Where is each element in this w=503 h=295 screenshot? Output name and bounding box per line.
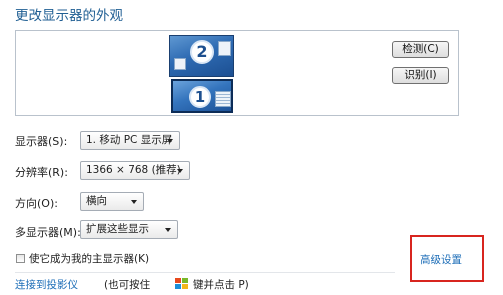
connect-projector-link[interactable]: 连接到投影仪 xyxy=(15,277,78,292)
chevron-down-icon xyxy=(131,200,137,204)
multiple-displays-select[interactable]: 扩展这些显示 xyxy=(80,220,178,239)
multiple-displays-label: 多显示器(M): xyxy=(15,226,81,239)
resolution-select[interactable]: 1366 × 768 (推荐) xyxy=(80,161,190,180)
monitor-1-thumbnail[interactable]: 1 xyxy=(171,79,233,113)
monitor-2-thumbnail[interactable]: 2 xyxy=(169,35,234,77)
projector-hint-suffix: 键并点击 P) xyxy=(193,279,249,291)
chevron-down-icon xyxy=(165,228,171,232)
window-icon xyxy=(215,91,231,107)
display-select[interactable]: 1. 移动 PC 显示屏 xyxy=(80,131,180,150)
display-label: 显示器(S): xyxy=(15,135,68,148)
chevron-down-icon xyxy=(167,139,173,143)
resolution-label: 分辨率(R): xyxy=(15,166,68,179)
advanced-settings-link[interactable]: 高级设置 xyxy=(420,252,462,267)
identify-button[interactable]: 识别(I) xyxy=(392,67,449,84)
orientation-label: 方向(O): xyxy=(15,197,58,210)
divider xyxy=(15,272,395,273)
orientation-select[interactable]: 横向 xyxy=(80,192,144,211)
detect-button[interactable]: 检测(C) xyxy=(392,41,449,58)
main-display-checkbox-label[interactable]: 使它成为我的主显示器(K) xyxy=(29,251,149,266)
multiple-displays-select-value: 扩展这些显示 xyxy=(86,223,149,235)
resolution-select-value: 1366 × 768 (推荐) xyxy=(86,164,181,176)
orientation-select-value: 横向 xyxy=(86,195,107,207)
monitor-number-badge: 1 xyxy=(189,86,211,108)
main-display-checkbox[interactable] xyxy=(16,254,25,263)
projector-hint-text: (也可按住 xyxy=(104,279,151,291)
window-icon xyxy=(218,41,231,56)
page-title: 更改显示器的外观 xyxy=(15,8,123,24)
display-select-value: 1. 移动 PC 显示屏 xyxy=(86,134,173,146)
window-icon xyxy=(174,58,186,70)
chevron-down-icon xyxy=(177,169,183,173)
windows-logo-icon xyxy=(175,278,189,290)
monitor-number-badge: 2 xyxy=(190,40,214,64)
display-preview-area[interactable]: 2 1 检测(C) 识别(I) xyxy=(15,30,459,116)
